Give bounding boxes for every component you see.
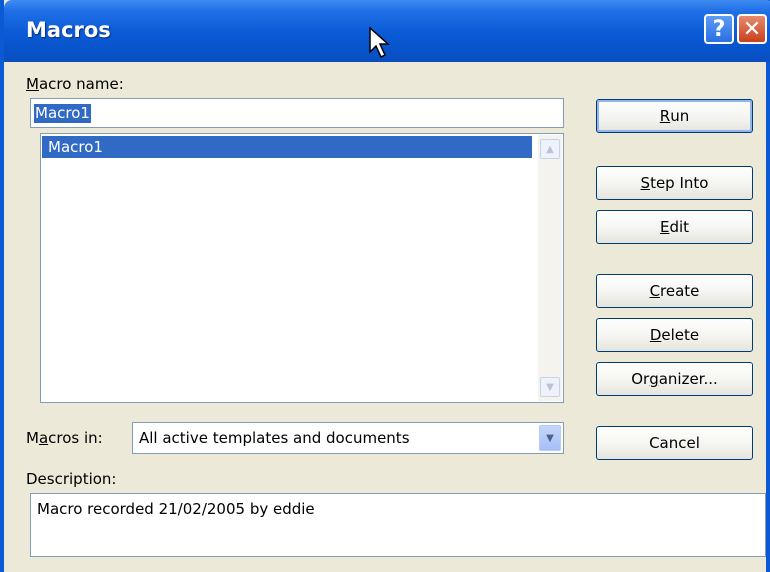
macro-name-input[interactable]: Macro1 bbox=[30, 98, 564, 128]
title-bar[interactable]: Macros ? ✕ bbox=[4, 0, 770, 62]
run-button[interactable]: Run bbox=[596, 99, 753, 133]
list-scrollbar[interactable]: ▲ ▼ bbox=[538, 135, 562, 401]
mouse-cursor-icon bbox=[369, 26, 390, 59]
close-icon: ✕ bbox=[742, 16, 762, 42]
edit-button[interactable]: Edit bbox=[596, 210, 753, 244]
macros-in-value: All active templates and documents bbox=[139, 429, 410, 447]
help-icon: ? bbox=[712, 16, 726, 42]
chevron-down-icon[interactable]: ▼ bbox=[539, 425, 561, 451]
macros-dialog: Macros ? ✕ Macro name: Macro1 Macro1 ▲ ▼… bbox=[0, 0, 770, 572]
window-title: Macros bbox=[26, 18, 111, 42]
delete-button[interactable]: Delete bbox=[596, 318, 753, 352]
macros-in-select[interactable]: All active templates and documents ▼ bbox=[132, 422, 564, 454]
macro-name-value: Macro1 bbox=[34, 104, 91, 123]
help-button[interactable]: ? bbox=[704, 14, 734, 44]
macros-in-label: Macros in: bbox=[26, 429, 103, 447]
description-label: Description: bbox=[26, 470, 117, 488]
scroll-down-icon[interactable]: ▼ bbox=[540, 377, 560, 397]
step-into-button[interactable]: Step Into bbox=[596, 166, 753, 200]
macro-list[interactable]: Macro1 ▲ ▼ bbox=[40, 133, 564, 403]
scroll-up-icon[interactable]: ▲ bbox=[540, 139, 560, 159]
list-item[interactable]: Macro1 bbox=[42, 136, 532, 158]
close-button[interactable]: ✕ bbox=[737, 14, 767, 44]
cancel-button[interactable]: Cancel bbox=[596, 426, 753, 460]
create-button[interactable]: Create bbox=[596, 274, 753, 308]
description-field[interactable]: Macro recorded 21/02/2005 by eddie bbox=[30, 493, 766, 557]
macro-name-label: Macro name: bbox=[26, 75, 124, 93]
description-value: Macro recorded 21/02/2005 by eddie bbox=[37, 500, 315, 518]
organizer-button[interactable]: Or g anizer... bbox=[596, 362, 753, 396]
